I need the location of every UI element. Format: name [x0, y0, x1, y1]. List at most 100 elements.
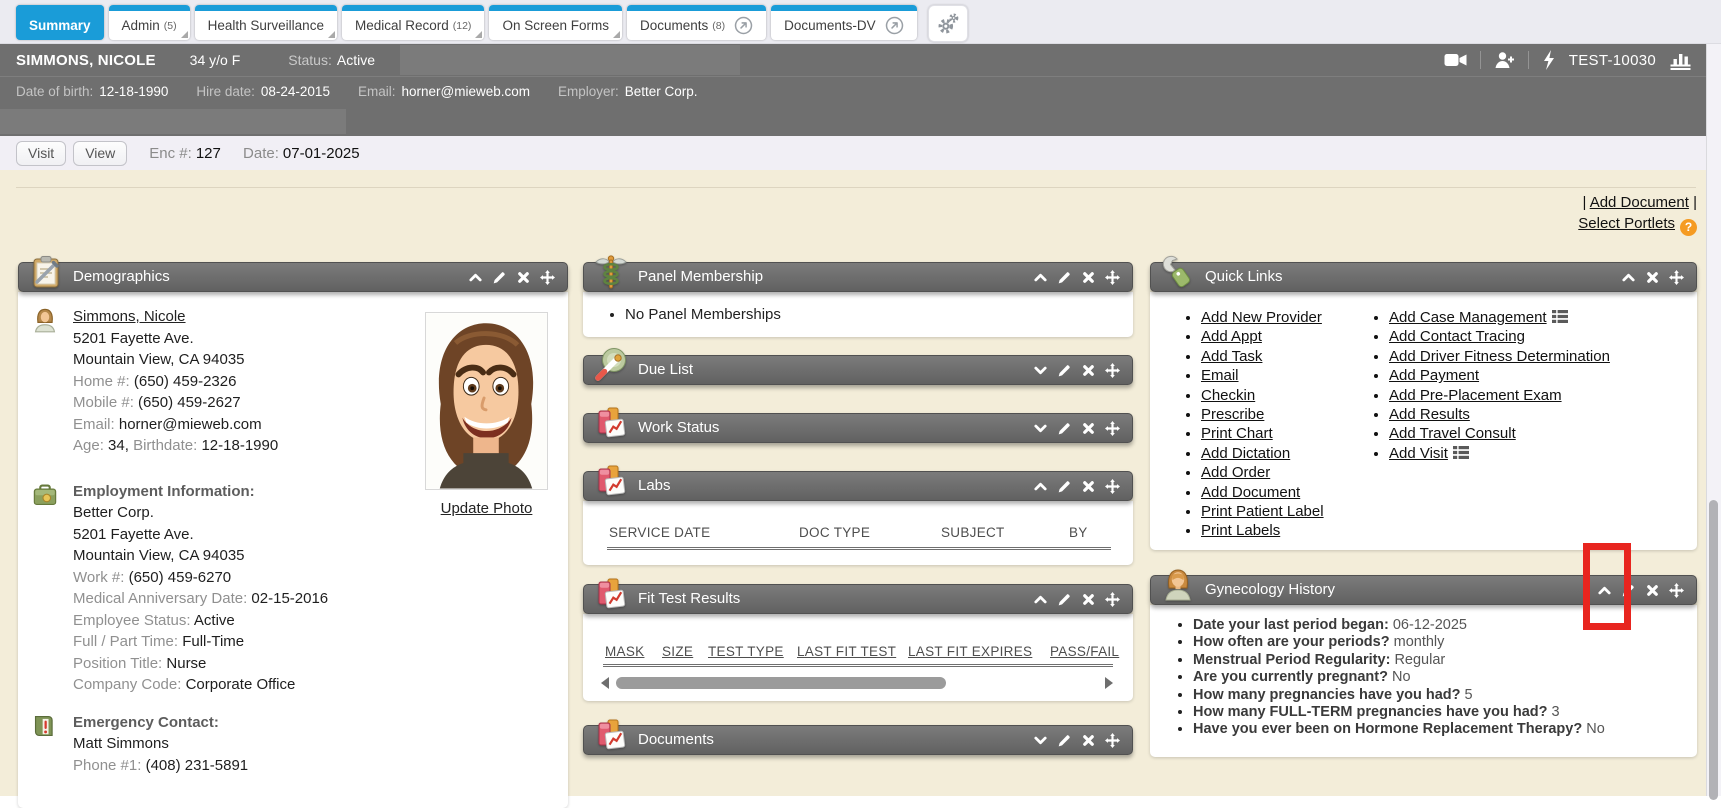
move-icon[interactable]	[1105, 592, 1120, 607]
list-icon[interactable]	[1552, 310, 1568, 323]
woman-icon	[1160, 567, 1196, 603]
column-header[interactable]: MASK	[605, 644, 644, 659]
close-x-icon[interactable]	[1081, 270, 1096, 285]
tab-settings-button[interactable]	[928, 5, 968, 42]
edit-pencil-icon[interactable]	[1057, 421, 1072, 436]
edit-pencil-icon[interactable]	[492, 270, 507, 285]
employer-field: Employer:Better Corp.	[558, 83, 698, 101]
highlight-rectangle	[1583, 543, 1631, 630]
external-link-circle-icon[interactable]	[885, 16, 904, 35]
expand-chevron-icon[interactable]	[1033, 363, 1048, 378]
encounter-info: Enc #:127 Date:07-01-2025	[149, 145, 377, 162]
edit-pencil-icon[interactable]	[1057, 733, 1072, 748]
chart-tab-bar: Summary Admin(5) Health Surveillance Med…	[0, 0, 1721, 44]
add-document-link[interactable]: Add Document	[1590, 194, 1689, 211]
tab-label: Medical Record	[355, 18, 449, 33]
bar-chart-icon[interactable]	[1669, 50, 1692, 70]
close-x-icon[interactable]	[1081, 592, 1096, 607]
tab-documents[interactable]: Documents(8)	[627, 5, 766, 40]
list-icon[interactable]	[1453, 446, 1469, 459]
tab-label: Health Surveillance	[208, 18, 324, 33]
patient-age-sex: 34 y/o F	[190, 52, 241, 68]
move-icon[interactable]	[1105, 421, 1120, 436]
scroll-right-arrow[interactable]	[1105, 677, 1113, 689]
close-x-icon[interactable]	[1081, 733, 1096, 748]
external-link-circle-icon[interactable]	[734, 16, 753, 35]
patient-name-link[interactable]: Simmons, Nicole	[73, 308, 186, 325]
gynecology-list: Date your last period began: 06-12-2025 …	[1180, 617, 1697, 739]
column-header[interactable]: SIZE	[662, 644, 693, 659]
quick-link: Add Dictation	[1201, 444, 1324, 463]
quick-link: Add Document	[1201, 483, 1324, 502]
collapse-chevron-icon[interactable]	[1033, 479, 1048, 494]
tab-medical-record[interactable]: Medical Record (12)	[342, 5, 484, 40]
close-x-icon[interactable]	[516, 270, 531, 285]
column-header[interactable]: LAST FIT TEST	[797, 644, 896, 659]
patient-info-bar: Date of birth:12-18-1990 Hire date:08-24…	[0, 76, 1706, 107]
move-icon[interactable]	[1105, 479, 1120, 494]
column-header[interactable]: LAST FIT EXPIRES	[908, 644, 1032, 659]
page-scrollbar[interactable]	[1706, 44, 1721, 796]
move-icon[interactable]	[1669, 583, 1684, 598]
edit-pencil-icon[interactable]	[1057, 270, 1072, 285]
tab-documents-dv[interactable]: Documents-DV	[771, 5, 917, 40]
collapse-chevron-icon[interactable]	[468, 270, 483, 285]
patient-chart-id: TEST-10030	[1569, 52, 1656, 69]
close-x-icon[interactable]	[1081, 479, 1096, 494]
portlet-fit-test-results: Fit Test Results MASK SIZE TEST TYPE LAS…	[583, 584, 1133, 701]
tab-label: Summary	[29, 18, 91, 33]
quick-link: Add Case Management	[1389, 308, 1610, 327]
tab-label: Documents	[640, 18, 708, 33]
move-icon[interactable]	[1669, 270, 1684, 285]
column-header[interactable]: PASS/FAIL	[1050, 644, 1119, 659]
tab-health-surveillance[interactable]: Health Surveillance	[195, 5, 337, 40]
tab-summary[interactable]: Summary	[16, 5, 104, 40]
edit-pencil-icon[interactable]	[1057, 592, 1072, 607]
patient-name-bar: SIMMONS, NICOLE 34 y/o F Status: Active …	[0, 44, 1706, 76]
scrollbar-thumb[interactable]	[616, 677, 946, 689]
edit-pencil-icon[interactable]	[1057, 363, 1072, 378]
quick-link: Print Chart	[1201, 424, 1324, 443]
table-rule	[603, 664, 1113, 667]
empty-panel-item: No Panel Memberships	[625, 304, 1133, 325]
portlet-due-list: Due List	[583, 355, 1133, 385]
question-mark-icon[interactable]: ?	[1680, 219, 1697, 236]
move-icon[interactable]	[540, 270, 555, 285]
expand-chevron-icon[interactable]	[1033, 421, 1048, 436]
quick-link: Add Contact Tracing	[1389, 327, 1610, 346]
move-icon[interactable]	[1105, 363, 1120, 378]
quick-link: Add Task	[1201, 347, 1324, 366]
visit-button[interactable]: Visit	[16, 141, 66, 166]
scroll-left-arrow[interactable]	[601, 677, 609, 689]
lightning-icon[interactable]	[1542, 50, 1556, 70]
status-value: Active	[337, 52, 375, 68]
update-photo-link[interactable]: Update Photo	[441, 500, 533, 517]
close-x-icon[interactable]	[1645, 583, 1660, 598]
work-status-header: Work Status	[583, 413, 1133, 443]
tab-count: (12)	[453, 20, 472, 32]
column-header[interactable]: TEST TYPE	[708, 644, 784, 659]
close-x-icon[interactable]	[1081, 363, 1096, 378]
fit-test-header: Fit Test Results	[583, 584, 1133, 614]
move-icon[interactable]	[1105, 733, 1120, 748]
scrollbar-thumb[interactable]	[1709, 500, 1718, 800]
column-header: SERVICE DATE	[609, 525, 710, 540]
expand-chevron-icon[interactable]	[1033, 733, 1048, 748]
view-button[interactable]: View	[73, 141, 127, 166]
video-camera-icon[interactable]	[1444, 51, 1467, 69]
close-x-icon[interactable]	[1645, 270, 1660, 285]
select-portlets-link[interactable]: Select Portlets	[1578, 215, 1675, 232]
collapse-chevron-icon[interactable]	[1033, 270, 1048, 285]
collapse-chevron-icon[interactable]	[1033, 592, 1048, 607]
collapse-chevron-icon[interactable]	[1621, 270, 1636, 285]
close-x-icon[interactable]	[1081, 421, 1096, 436]
move-icon[interactable]	[1105, 270, 1120, 285]
add-person-icon[interactable]	[1494, 51, 1515, 69]
labs-column-headers: SERVICE DATE DOC TYPE SUBJECT BY	[601, 525, 1115, 545]
edit-pencil-icon[interactable]	[1057, 479, 1072, 494]
quick-links-column-2: Add Case Management Add Contact Tracing …	[1375, 308, 1610, 463]
column-header: SUBJECT	[941, 525, 1005, 540]
quick-link: Add Driver Fitness Determination	[1389, 347, 1610, 366]
tab-on-screen-forms[interactable]: On Screen Forms	[489, 5, 622, 40]
tab-admin[interactable]: Admin(5)	[109, 5, 190, 40]
